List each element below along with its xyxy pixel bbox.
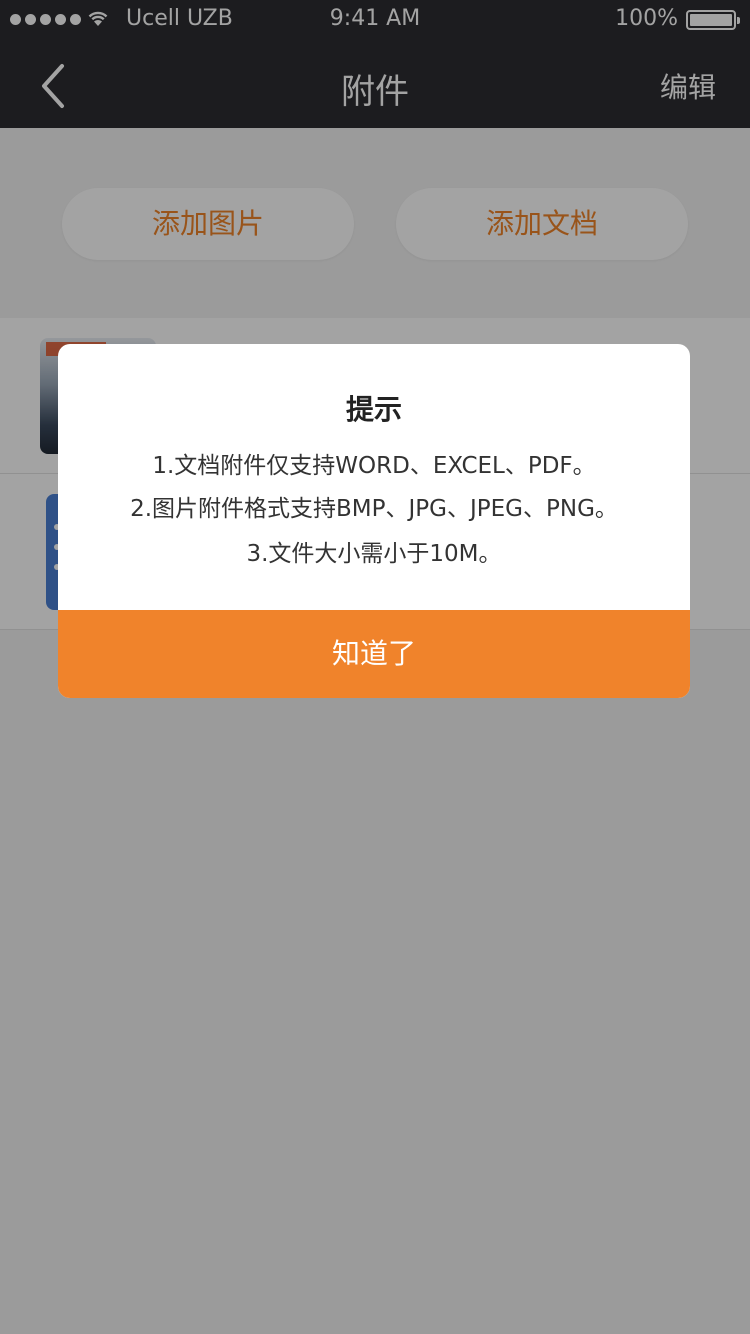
- dialog-title: 提示: [345, 393, 402, 426]
- tip-dialog: 提示 1.文档附件仅支持WORD、EXCEL、PDF。 2.图片附件格式支持BM…: [58, 344, 690, 698]
- dialog-message-line: 2.图片附件格式支持BMP、JPG、JPEG、PNG。: [130, 496, 618, 522]
- got-it-button[interactable]: 知道了: [58, 610, 690, 698]
- attachments-screen: Ucell UZB 9:41 AM 100% 附件 编辑 添加图片 添加文档 提…: [0, 0, 750, 1334]
- dialog-message-line: 3.文件大小需小于10M。: [246, 541, 502, 567]
- dialog-message-line: 1.文档附件仅支持WORD、EXCEL、PDF。: [152, 453, 596, 479]
